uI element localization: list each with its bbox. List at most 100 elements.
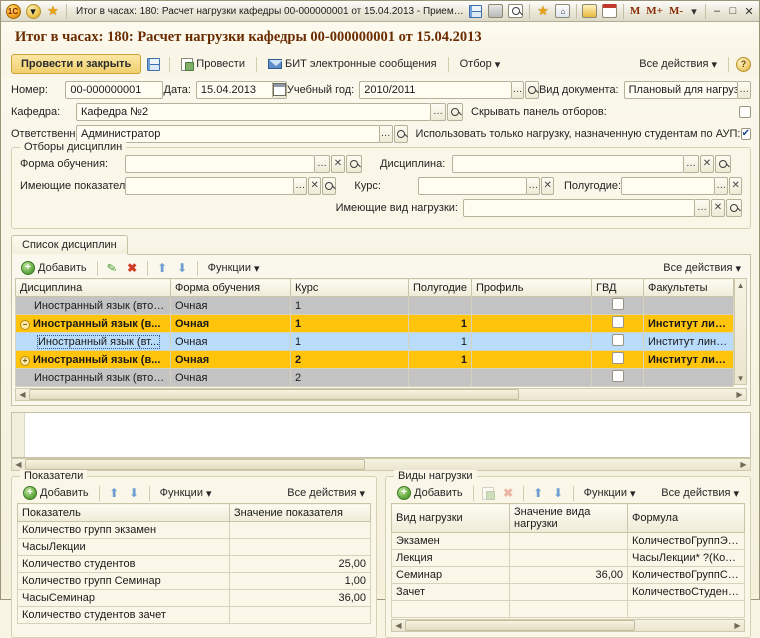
maximize-button[interactable]: □ (725, 4, 741, 19)
scroll-left-arrow-icon[interactable]: ◀ (12, 459, 25, 470)
form-of-study-input[interactable] (125, 155, 315, 173)
table-row[interactable]: Иностранный язык (вт... Очная 1 1 Инстит… (16, 333, 734, 351)
col-form-of-study[interactable]: Форма обучения (171, 279, 291, 297)
col-half-year[interactable]: Полугодие (409, 279, 472, 297)
indicators-grid[interactable]: Показатель Значение показателя Количеств… (17, 503, 371, 624)
move-down-button[interactable]: ⬇ (174, 260, 191, 276)
has-indicator-input[interactable] (125, 177, 294, 195)
more-commands-chevron-icon[interactable]: ▾ (686, 4, 702, 19)
number-input[interactable]: 00-000000001 (65, 81, 163, 99)
close-button[interactable]: ✕ (741, 4, 757, 19)
load-types-grid[interactable]: Вид нагрузки Значение вида нагрузки Форм… (391, 503, 745, 618)
col-indicator[interactable]: Показатель (18, 504, 230, 522)
scroll-right-arrow-icon[interactable]: ▶ (737, 459, 750, 470)
app-menu-button[interactable]: 1C (4, 3, 22, 20)
table-row[interactable]: Количество групп Семинар1,00 (18, 573, 371, 590)
scroll-thumb[interactable] (405, 620, 635, 631)
col-formula[interactable]: Формула (628, 504, 745, 533)
save-button[interactable] (467, 3, 485, 20)
academic-year-open-button[interactable] (525, 81, 539, 99)
print-button[interactable] (487, 3, 505, 20)
tab-discipline-list[interactable]: Список дисциплин (11, 235, 128, 255)
filter-menu-button[interactable]: Отбор ▾ (456, 56, 505, 73)
gvd-checkbox[interactable] (612, 316, 624, 328)
cell-gvd[interactable] (592, 315, 644, 333)
memory-subtract-button[interactable]: M- (666, 5, 686, 17)
gvd-checkbox[interactable] (612, 370, 624, 382)
responsible-open-button[interactable] (394, 125, 408, 143)
print-preview-button[interactable] (507, 3, 525, 20)
discipline-filter-input[interactable] (452, 155, 684, 173)
collapse-minus-icon[interactable]: − (20, 320, 30, 330)
indicators-all-actions-menu[interactable]: Все действия ▾ (283, 485, 369, 502)
hide-filter-panel-checkbox[interactable] (739, 106, 751, 118)
discipline-filter-clear-button[interactable]: ✕ (700, 155, 714, 173)
favorites-button[interactable]: ★ (44, 3, 62, 20)
cell-gvd[interactable] (592, 333, 644, 351)
indicator-move-down-button[interactable]: ⬇ (126, 485, 143, 501)
table-row[interactable]: ЧасыСеминар36,00 (18, 590, 371, 607)
delete-discipline-button[interactable]: ✖ (124, 260, 141, 276)
cell-gvd[interactable] (592, 369, 644, 387)
form-of-study-select-button[interactable]: … (315, 155, 330, 173)
scroll-down-arrow-icon[interactable]: ▼ (737, 372, 745, 384)
scroll-right-arrow-icon[interactable]: ▶ (731, 620, 744, 631)
scroll-up-arrow-icon[interactable]: ▲ (737, 279, 745, 291)
copy-load-type-button[interactable] (480, 485, 497, 501)
course-filter-input[interactable] (418, 177, 527, 195)
col-indicator-value[interactable]: Значение показателя (230, 504, 371, 522)
col-gvd[interactable]: ГВД (592, 279, 644, 297)
has-load-type-input[interactable] (463, 199, 695, 217)
add-load-type-button[interactable]: + Добавить (393, 484, 467, 502)
course-filter-select-button[interactable]: … (527, 177, 540, 195)
add-indicator-button[interactable]: + Добавить (19, 484, 93, 502)
responsible-input[interactable]: Администратор (76, 125, 380, 143)
form-of-study-open-button[interactable] (346, 155, 362, 173)
half-year-filter-clear-button[interactable]: ✕ (729, 177, 742, 195)
save-document-button[interactable] (145, 56, 162, 72)
post-button[interactable]: Провести (177, 56, 249, 73)
calendar-button[interactable] (601, 3, 619, 20)
chair-select-button[interactable]: … (431, 103, 446, 121)
calculator-button[interactable] (581, 3, 599, 20)
discipline-horizontal-scrollbar[interactable]: ◀ ▶ (15, 388, 747, 401)
has-indicator-clear-button[interactable]: ✕ (308, 177, 321, 195)
expand-plus-icon[interactable]: + (20, 356, 30, 366)
table-row[interactable]: +Иностранный язык (в... Очная 2 1 Инстит… (16, 351, 734, 369)
has-load-type-select-button[interactable]: … (695, 199, 710, 217)
home-button[interactable]: ⌂ (554, 3, 572, 20)
col-faculties[interactable]: Факультеты (644, 279, 734, 297)
col-course[interactable]: Курс (291, 279, 409, 297)
discipline-functions-menu[interactable]: Функции ▾ (204, 260, 264, 277)
form-of-study-clear-button[interactable]: ✕ (331, 155, 345, 173)
cell-gvd[interactable] (592, 351, 644, 369)
responsible-select-button[interactable]: … (380, 125, 393, 143)
date-picker-button[interactable] (273, 81, 287, 99)
discipline-filter-select-button[interactable]: … (684, 155, 699, 173)
table-row[interactable]: −Иностранный язык (в... Очная 1 1 Инстит… (16, 315, 734, 333)
gvd-checkbox[interactable] (612, 352, 624, 364)
table-row[interactable]: Иностранный язык (второ... Очная 2 (16, 369, 734, 387)
load-types-horizontal-scrollbar[interactable]: ◀ ▶ (391, 619, 745, 632)
move-up-button[interactable]: ⬆ (154, 260, 171, 276)
indicators-functions-menu[interactable]: Функции ▾ (156, 485, 216, 502)
scroll-thumb[interactable] (25, 459, 365, 470)
all-actions-menu-button[interactable]: Все действия ▾ (635, 56, 721, 73)
table-row[interactable]: Семинар36,00КоличествоГруппСеминар*Час (392, 567, 745, 584)
gvd-checkbox[interactable] (612, 298, 624, 310)
discipline-grid[interactable]: Дисциплина Форма обучения Курс Полугодие… (15, 278, 734, 387)
col-load-type[interactable]: Вид нагрузки (392, 504, 510, 533)
has-load-type-open-button[interactable] (726, 199, 742, 217)
academic-year-input[interactable]: 2010/2011 (359, 81, 511, 99)
bit-messages-button[interactable]: БИТ электронные сообщения (264, 56, 441, 72)
load-types-all-actions-menu[interactable]: Все действия ▾ (657, 485, 743, 502)
scroll-left-arrow-icon[interactable]: ◀ (392, 620, 405, 631)
help-button[interactable]: ? (736, 57, 751, 72)
discipline-vertical-scrollbar[interactable]: ▲ ▼ (734, 278, 747, 385)
doctype-select-button[interactable]: … (738, 81, 751, 99)
add-discipline-button[interactable]: + Добавить (17, 259, 91, 277)
col-profile[interactable]: Профиль (472, 279, 592, 297)
half-year-filter-input[interactable] (621, 177, 715, 195)
table-row[interactable]: Количество групп экзамен (18, 522, 371, 539)
col-discipline[interactable]: Дисциплина (16, 279, 171, 297)
